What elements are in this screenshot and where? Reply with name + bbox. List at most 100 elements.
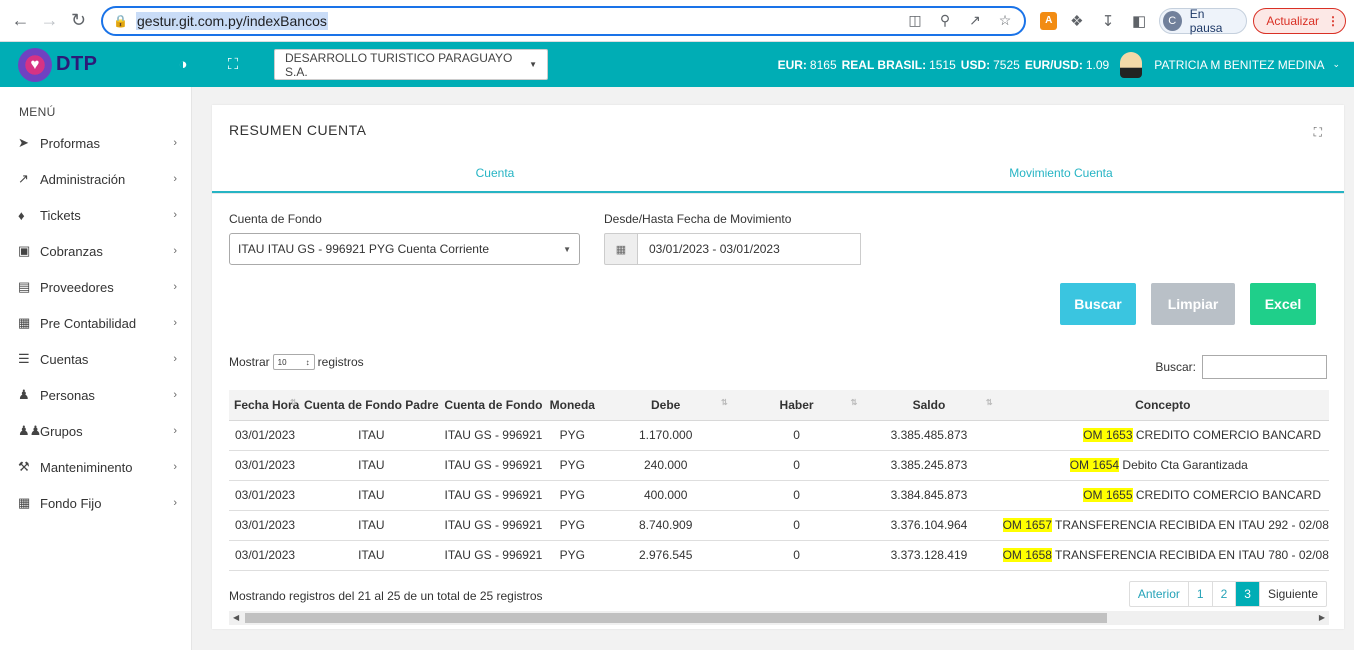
column-header[interactable]: Cuenta de Fondo Padre (300, 390, 442, 421)
column-header[interactable]: Cuenta de Fondo (441, 390, 546, 421)
sidebar-item-cobranzas[interactable]: ▣ Cobranzas › (0, 233, 191, 269)
tab-movimiento-cuenta[interactable]: Movimiento Cuenta (778, 155, 1344, 193)
toggle-sidebar-icon[interactable]: ◑ (172, 56, 194, 73)
sidebar-item-grupos[interactable]: ♟♟ Grupos › (0, 413, 191, 449)
pagination: Anterior 1 2 3 Siguiente (1128, 580, 1327, 607)
cell-concepto: OM 1658 TRANSFERENCIA RECIBIDA EN ITAU 7… (996, 540, 1329, 571)
om-highlight: OM 1653 (1083, 428, 1133, 442)
extension-a-icon[interactable]: A (1040, 11, 1058, 30)
cell-saldo: 3.384.845.873 (861, 480, 997, 511)
cell-saldo: 3.373.128.419 (861, 540, 997, 571)
extensions-puzzle-icon[interactable]: ❖ (1065, 9, 1088, 33)
download-icon[interactable]: ↧ (1096, 9, 1119, 33)
limpiar-button[interactable]: Limpiar (1151, 283, 1235, 325)
tab-cuenta[interactable]: Cuenta (212, 155, 778, 193)
sidebar-item-label: Proveedores (40, 279, 114, 295)
show-suffix: registros (317, 355, 364, 369)
rate-label: EUR/USD: (1024, 57, 1083, 72)
calculator-icon: ▦ (18, 315, 31, 330)
pagination-page[interactable]: 2 (1213, 581, 1237, 606)
expand-icon[interactable]: ⛶ (1314, 125, 1322, 140)
pagination-page[interactable]: 1 (1189, 581, 1213, 606)
wrench-icon: ⚒ (18, 459, 30, 474)
calculator-icon: ▦ (18, 495, 31, 510)
share-icon[interactable]: ↗ (966, 12, 984, 29)
reload-icon[interactable]: ↻ (66, 8, 91, 34)
lock-icon: 🔒 (113, 13, 128, 28)
chevron-down-icon: ▼ (529, 60, 537, 69)
excel-button[interactable]: Excel (1250, 283, 1316, 325)
column-header[interactable]: Concepto (996, 390, 1329, 421)
page-length-control: Mostrar 10 ↕ registros (229, 354, 364, 370)
sidebar-item-label: Fondo Fijo (40, 495, 102, 511)
cell-fecha: 03/01/2023 (229, 450, 301, 481)
cuenta-fondo-select[interactable]: ITAU ITAU GS - 996921 PYG Cuenta Corrien… (229, 233, 580, 265)
chevron-right-icon: › (173, 389, 177, 401)
zoom-icon[interactable]: ⚲ (936, 12, 954, 29)
user-name: PATRICIA M BENITEZ MEDINA (1154, 57, 1325, 72)
show-prefix: Mostrar (229, 355, 270, 369)
sidebar-item-label: Administración (40, 171, 126, 187)
table-footer: Mostrando registros del 21 al 25 de un t… (229, 580, 1344, 607)
scrollbar-thumb[interactable] (245, 612, 1107, 623)
table-container: Fecha Hora ⇅ Cuenta de Fondo Padre Cuenta… (229, 379, 1329, 571)
cell-concepto: OM 1654 Debito Cta Garantizada (996, 450, 1329, 481)
scroll-left-icon[interactable]: ◀ (233, 611, 239, 625)
om-highlight: OM 1657 (1002, 518, 1052, 532)
side-panel-icon[interactable]: ◧ (1128, 9, 1151, 33)
address-bar[interactable]: 🔒 gestur.git.com.py/indexBancos ◫ ⚲ ↗ ☆ (101, 5, 1027, 36)
company-select[interactable]: DESARROLLO TURISTICO PARAGUAYO S.A. ▼ (274, 49, 548, 80)
sidebar-item-label: Grupos (40, 423, 83, 439)
users-icon: ♟♟ (18, 423, 42, 438)
bookmark-star-icon[interactable]: ☆ (996, 12, 1014, 29)
date-range-value[interactable]: 03/01/2023 - 03/01/2023 (638, 233, 861, 265)
translate-icon[interactable]: ◫ (906, 12, 924, 29)
table-row: 03/01/2023 ITAU ITAU GS - 996921 PYG 1.1… (229, 420, 1329, 451)
horizontal-scrollbar[interactable]: ◀ ▶ (229, 610, 1329, 625)
sort-icon: ⇅ (290, 398, 297, 407)
user-menu[interactable]: PATRICIA M BENITEZ MEDINA ⌄ (1120, 51, 1340, 78)
chevron-down-icon: ⌄ (1332, 59, 1340, 69)
profile-button[interactable]: C En pausa (1158, 7, 1248, 35)
chevron-right-icon: › (173, 353, 177, 365)
sidebar-item-fondo-fijo[interactable]: ▦ Fondo Fijo › (0, 485, 191, 521)
page-length-select[interactable]: 10 ↕ (272, 354, 315, 370)
cell-padre: ITAU (300, 510, 442, 541)
pagination-prev[interactable]: Anterior (1130, 581, 1189, 606)
column-header[interactable]: Haber ⇅ (731, 390, 862, 421)
sidebar-item-tickets[interactable]: ♦ Tickets › (0, 197, 191, 233)
column-header[interactable]: Debe ⇅ (599, 390, 732, 421)
pagination-page-active[interactable]: 3 (1236, 581, 1260, 606)
fullscreen-icon[interactable]: ⛶ (222, 56, 244, 73)
sidebar-item-label: Personas (40, 387, 95, 403)
url-text[interactable]: gestur.git.com.py/indexBancos (136, 11, 328, 30)
sidebar-item-mantenimiento[interactable]: ⚒ Manteniminento › (0, 449, 191, 485)
search-input[interactable] (1202, 355, 1327, 379)
list-icon: ☰ (18, 351, 30, 366)
sidebar-item-pre-contabilidad[interactable]: ▦ Pre Contabilidad › (0, 305, 191, 341)
buscar-button[interactable]: Buscar (1060, 283, 1136, 325)
main-content: RESUMEN CUENTA ⛶ Cuenta Movimiento Cuent… (192, 87, 1354, 650)
column-header[interactable]: Saldo ⇅ (861, 390, 997, 421)
sidebar-item-proformas[interactable]: ➤ Proformas › (0, 125, 191, 161)
date-range-field[interactable]: ▦ 03/01/2023 - 03/01/2023 (604, 233, 861, 265)
menu-title: MENÚ (19, 105, 56, 119)
chevron-down-icon: ▼ (563, 244, 571, 254)
update-button[interactable]: Actualizar ⋮ (1253, 7, 1346, 34)
sidebar-item-proveedores[interactable]: ▤ Proveedores › (0, 269, 191, 305)
logo[interactable]: ♥ DTP (0, 47, 190, 82)
more-menu-icon[interactable]: ⋮ (1327, 14, 1339, 28)
forward-icon[interactable]: → (37, 8, 62, 34)
sidebar-item-administracion[interactable]: ↗ Administración › (0, 161, 191, 197)
column-header[interactable]: Fecha Hora ⇅ (229, 390, 301, 421)
sort-icon: ⇅ (850, 398, 858, 407)
calendar-icon[interactable]: ▦ (604, 233, 638, 265)
sidebar-item-personas[interactable]: ♟ Personas › (0, 377, 191, 413)
sidebar-item-cuentas[interactable]: ☰ Cuentas › (0, 341, 191, 377)
scroll-right-icon[interactable]: ▶ (1319, 611, 1325, 625)
cell-fecha: 03/01/2023 (229, 540, 301, 571)
rate-value: 1515 (929, 57, 956, 72)
column-header[interactable]: Moneda (545, 390, 600, 421)
back-icon[interactable]: ← (8, 8, 33, 34)
pagination-next[interactable]: Siguiente (1260, 582, 1326, 606)
